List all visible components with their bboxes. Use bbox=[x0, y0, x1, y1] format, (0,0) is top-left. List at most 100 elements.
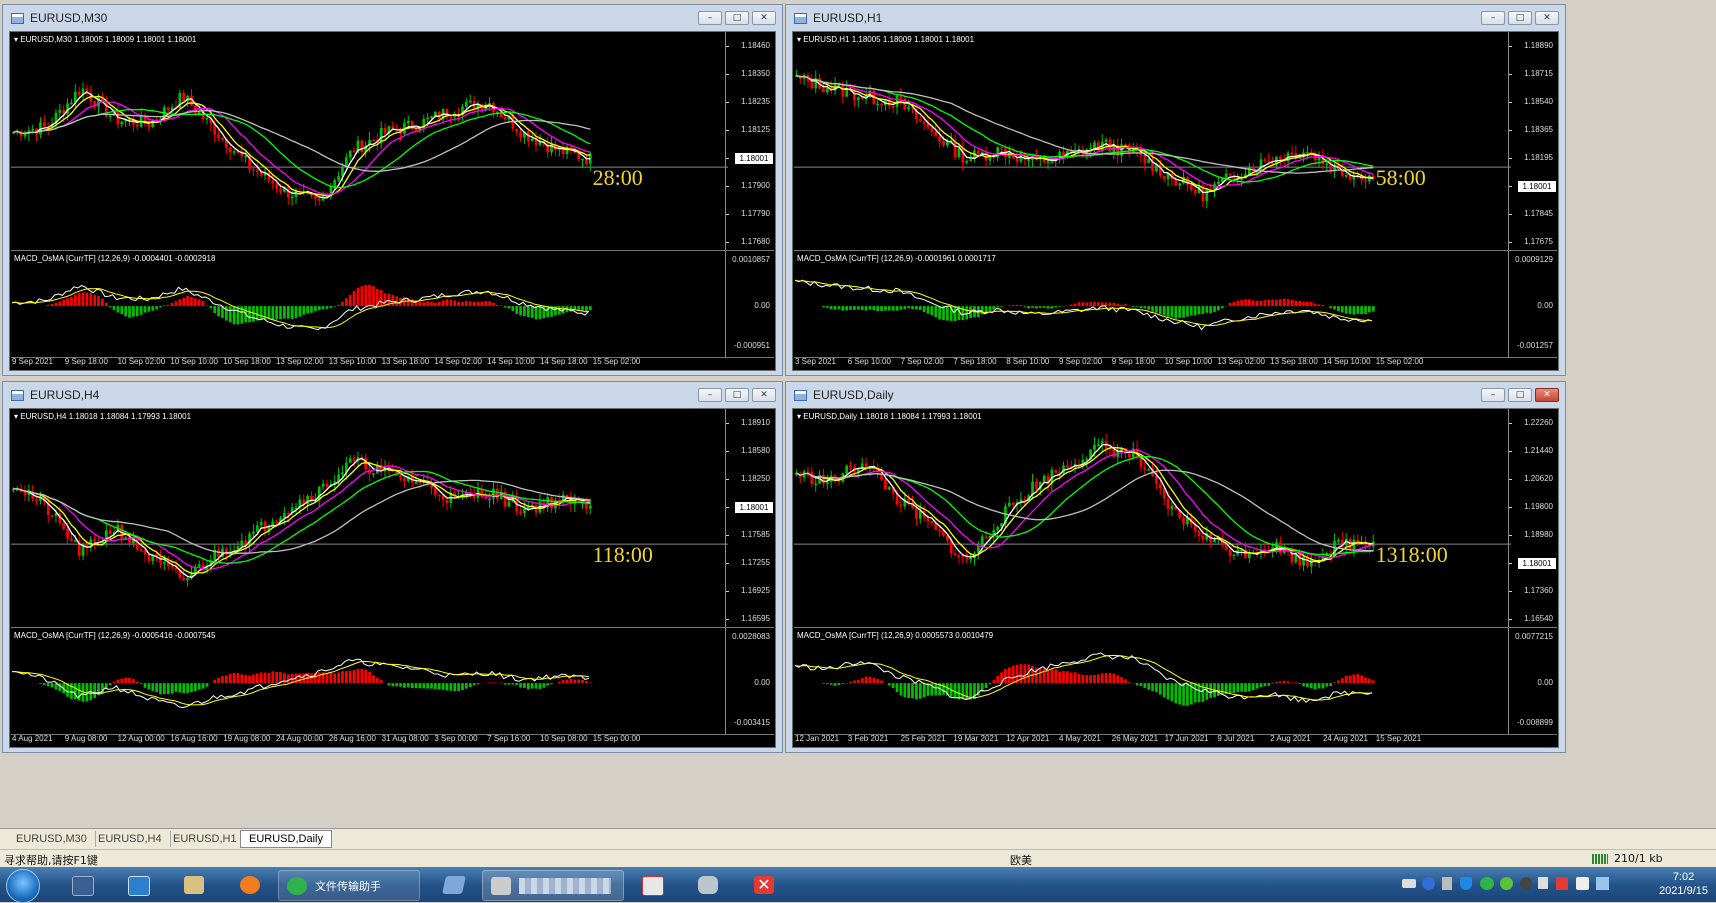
chart-window-m30[interactable]: EURUSD,M30 – □ ✕ ▾ EURUSD,M30 1.18005 1.… bbox=[2, 4, 783, 376]
start-button[interactable] bbox=[6, 869, 40, 903]
chart-symbol-header: ▾ EURUSD,Daily 1.18018 1.18084 1.17993 1… bbox=[797, 412, 982, 421]
taskbar-app-wechat[interactable]: 文件传输助手 bbox=[278, 870, 420, 901]
price-chart-svg[interactable] bbox=[11, 32, 728, 250]
candle-body bbox=[981, 536, 984, 546]
taskbar-app-users[interactable] bbox=[166, 870, 222, 899]
taskbar-app-orange[interactable] bbox=[222, 870, 278, 899]
price-chart-svg[interactable] bbox=[794, 409, 1511, 627]
close-button[interactable]: ✕ bbox=[1535, 388, 1559, 402]
macd-histogram-bar bbox=[380, 680, 383, 683]
qq-icon[interactable] bbox=[1520, 877, 1532, 890]
macd-histogram-bar bbox=[1112, 674, 1115, 683]
shield-icon[interactable] bbox=[1460, 877, 1472, 890]
price-tick-label: 1.21440 bbox=[1524, 446, 1553, 455]
tab-eurusd-m30[interactable]: EURUSD,M30 bbox=[8, 831, 96, 847]
language-icon[interactable] bbox=[1576, 877, 1589, 890]
chart-area[interactable]: ▾ EURUSD,H1 1.18005 1.18009 1.18001 1.18… bbox=[792, 31, 1559, 371]
macd-histogram-bar bbox=[927, 306, 930, 314]
moving-average-line bbox=[13, 466, 590, 570]
macd-histogram-bar bbox=[357, 669, 360, 683]
window-titlebar[interactable]: EURUSD,Daily – □ ✕ bbox=[786, 382, 1565, 408]
chart-window-daily[interactable]: EURUSD,Daily – □ ✕ ▾ EURUSD,Daily 1.1801… bbox=[785, 381, 1566, 753]
volume-icon[interactable] bbox=[1538, 877, 1548, 889]
macd-chart-svg[interactable] bbox=[11, 251, 728, 357]
macd-chart-svg[interactable] bbox=[794, 628, 1511, 734]
chart-area[interactable]: ▾ EURUSD,M30 1.18005 1.18009 1.18001 1.1… bbox=[9, 31, 776, 371]
price-tick-mark bbox=[726, 130, 729, 131]
taskbar-app-camera[interactable] bbox=[680, 870, 736, 899]
taskbar-app-notebook[interactable] bbox=[426, 870, 482, 899]
macd-histogram-bar bbox=[1190, 306, 1193, 315]
chart-area[interactable]: ▾ EURUSD,Daily 1.18018 1.18084 1.17993 1… bbox=[792, 408, 1559, 748]
candle-body bbox=[1198, 531, 1201, 536]
chart-window-h1[interactable]: EURUSD,H1 – □ ✕ ▾ EURUSD,H1 1.18005 1.18… bbox=[785, 4, 1566, 376]
wechat-tray-icon[interactable] bbox=[1480, 877, 1494, 890]
time-tick-label: 14 Sep 02:00 bbox=[434, 357, 482, 366]
macd-histogram-bar bbox=[1260, 301, 1263, 306]
macd-histogram-bar bbox=[946, 306, 949, 320]
maximize-button[interactable]: □ bbox=[725, 11, 749, 25]
chart-window-h4[interactable]: EURUSD,H4 – □ ✕ ▾ EURUSD,H4 1.18018 1.18… bbox=[2, 381, 783, 753]
taskbar-app-red-x[interactable]: ✕ bbox=[736, 870, 792, 899]
macd-chart-svg[interactable] bbox=[794, 251, 1511, 357]
tab-eurusd-h4[interactable]: EURUSD,H4 bbox=[90, 831, 171, 847]
macd-histogram-bar bbox=[1151, 306, 1154, 312]
macd-histogram-bar bbox=[306, 306, 309, 313]
minimize-button[interactable]: – bbox=[698, 11, 722, 25]
minimize-button[interactable]: – bbox=[1481, 11, 1505, 25]
close-button[interactable]: ✕ bbox=[752, 388, 776, 402]
system-clock[interactable]: 7:02 2021/9/15 bbox=[1659, 870, 1708, 898]
usb-icon[interactable] bbox=[1442, 877, 1452, 890]
time-tick-label: 10 Sep 18:00 bbox=[223, 357, 271, 366]
macd-histogram-bar bbox=[900, 306, 903, 310]
macd-histogram-bar bbox=[869, 306, 872, 309]
macd-histogram-bar bbox=[1209, 683, 1212, 698]
green-app-icon[interactable] bbox=[1500, 877, 1513, 890]
macd-histogram-bar bbox=[345, 298, 348, 306]
close-button[interactable]: ✕ bbox=[752, 11, 776, 25]
candle-body bbox=[527, 507, 530, 509]
price-chart-svg[interactable] bbox=[794, 32, 1511, 250]
macd-histogram-bar bbox=[500, 682, 503, 683]
candle-body bbox=[1147, 469, 1150, 471]
maximize-button[interactable]: □ bbox=[725, 388, 749, 402]
keyboard-icon[interactable] bbox=[1402, 879, 1416, 888]
window-titlebar[interactable]: EURUSD,H4 – □ ✕ bbox=[3, 382, 782, 408]
macd-histogram-bar bbox=[144, 306, 147, 313]
window-titlebar[interactable]: EURUSD,M30 – □ ✕ bbox=[3, 5, 782, 31]
macd-histogram-bar bbox=[857, 306, 860, 309]
time-tick-label: 4 Aug 2021 bbox=[12, 734, 52, 743]
price-tick-mark bbox=[726, 535, 729, 536]
network-icon[interactable] bbox=[1596, 877, 1609, 890]
taskbar-app-desktop[interactable] bbox=[110, 870, 166, 899]
taskbar-app-pen[interactable] bbox=[624, 870, 680, 899]
maximize-button[interactable]: □ bbox=[1508, 388, 1532, 402]
red-flag-icon[interactable] bbox=[1556, 877, 1568, 890]
time-tick-label: 2 Aug 2021 bbox=[1270, 734, 1310, 743]
taskbar-app-explorer[interactable] bbox=[54, 870, 110, 899]
macd-histogram-bar bbox=[876, 306, 879, 311]
macd-histogram-bar bbox=[372, 286, 375, 306]
minimize-button[interactable]: – bbox=[1481, 388, 1505, 402]
maximize-button[interactable]: □ bbox=[1508, 11, 1532, 25]
macd-axis: 0.00091290.00-0.001257 bbox=[1508, 251, 1557, 357]
candle-body bbox=[958, 555, 961, 557]
tab-eurusd-h1[interactable]: EURUSD,H1 bbox=[165, 831, 246, 847]
price-tick-mark bbox=[726, 186, 729, 187]
macd-chart-svg[interactable] bbox=[11, 628, 728, 734]
tab-eurusd-daily[interactable]: EURUSD,Daily bbox=[240, 830, 332, 848]
macd-histogram-bar bbox=[55, 303, 58, 306]
candle-body bbox=[430, 116, 433, 118]
price-chart-svg[interactable] bbox=[11, 409, 728, 627]
minimize-button[interactable]: – bbox=[698, 388, 722, 402]
taskbar-app-blurred[interactable] bbox=[482, 870, 624, 901]
macd-histogram-bar bbox=[167, 305, 170, 306]
candle-body bbox=[1163, 176, 1166, 180]
macd-histogram-bar bbox=[958, 683, 961, 699]
window-titlebar[interactable]: EURUSD,H1 – □ ✕ bbox=[786, 5, 1565, 31]
macd-histogram-bar bbox=[1236, 301, 1239, 306]
close-button[interactable]: ✕ bbox=[1535, 11, 1559, 25]
candle-body bbox=[144, 551, 147, 555]
help-icon[interactable] bbox=[1422, 877, 1435, 890]
chart-area[interactable]: ▾ EURUSD,H4 1.18018 1.18084 1.17993 1.18… bbox=[9, 408, 776, 748]
